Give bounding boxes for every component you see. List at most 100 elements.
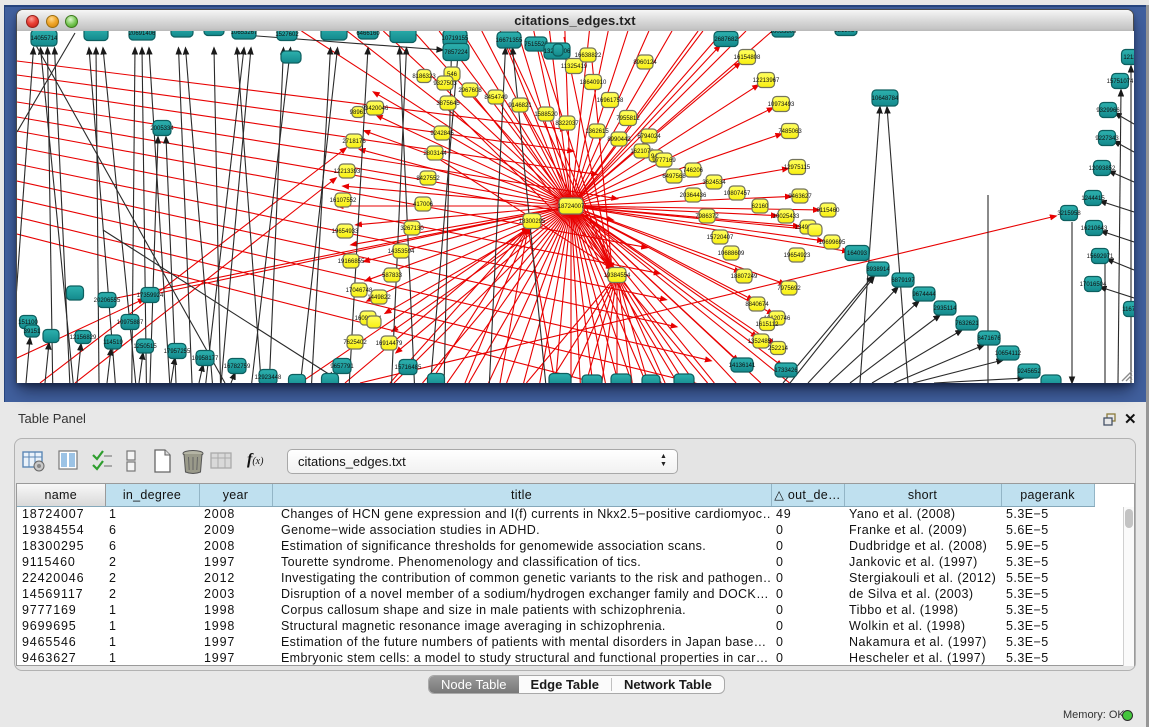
svg-text:114519: 114519 (103, 340, 123, 346)
svg-text:10719155: 10719155 (442, 36, 469, 42)
svg-text:1449822: 1449822 (367, 295, 391, 301)
svg-text:9146821: 9146821 (508, 103, 532, 109)
svg-text:15692971: 15692971 (1087, 254, 1114, 260)
svg-text:10975887: 10975887 (117, 320, 144, 326)
svg-text:7986372: 7986372 (695, 214, 719, 220)
svg-text:17957255: 17957255 (164, 349, 191, 355)
svg-text:16033809: 16033809 (770, 31, 797, 35)
svg-text:20691406: 20691406 (129, 31, 156, 37)
svg-text:19384554: 19384554 (604, 273, 631, 279)
svg-text:12213393: 12213393 (334, 169, 361, 175)
svg-text:10654112: 10654112 (995, 351, 1022, 357)
svg-text:15751074: 15751074 (1107, 79, 1134, 85)
svg-text:12923448: 12923448 (255, 375, 282, 381)
svg-text:20206555: 20206555 (94, 298, 121, 304)
svg-text:19166855: 19166855 (338, 259, 365, 265)
svg-text:18724007: 18724007 (558, 204, 585, 210)
svg-text:16638822: 16638822 (575, 53, 602, 59)
svg-text:8990443: 8990443 (607, 137, 631, 143)
svg-text:12213967: 12213967 (753, 78, 780, 84)
svg-text:7485063: 7485063 (778, 129, 802, 135)
svg-text:9329966: 9329966 (1096, 108, 1120, 114)
svg-text:10025433: 10025433 (773, 214, 800, 220)
svg-text:9115460: 9115460 (817, 208, 841, 214)
svg-text:8813054: 8813054 (834, 31, 858, 34)
svg-text:8471676: 8471676 (977, 336, 1001, 342)
svg-text:3624534: 3624534 (702, 180, 726, 186)
svg-text:16107552: 16107552 (330, 198, 357, 204)
svg-text:12156829: 12156829 (70, 335, 97, 341)
svg-text:6466160: 6466160 (356, 31, 380, 37)
svg-text:7632621: 7632621 (955, 321, 979, 327)
svg-text:9245652: 9245652 (1017, 369, 1041, 375)
svg-text:62160: 62160 (752, 204, 769, 210)
svg-text:16154808: 16154808 (734, 55, 761, 61)
svg-text:17016504: 17016504 (1080, 282, 1107, 288)
svg-text:16961758: 16961758 (597, 98, 624, 104)
svg-text:1733426: 1733426 (774, 368, 798, 374)
svg-text:1212: 1212 (1123, 55, 1134, 61)
svg-text:9657791: 9657791 (330, 364, 354, 370)
svg-text:14353594: 14353594 (388, 249, 415, 255)
svg-text:1588520: 1588520 (534, 112, 558, 118)
svg-text:6879197: 6879197 (891, 278, 915, 284)
svg-text:3215958: 3215958 (1057, 211, 1081, 217)
svg-text:3267130: 3267130 (400, 226, 424, 232)
svg-text:18300295: 18300295 (519, 219, 546, 225)
svg-text:252214: 252214 (768, 346, 789, 352)
svg-text:15720407: 15720407 (707, 235, 734, 241)
svg-text:1362615: 1362615 (585, 129, 609, 135)
svg-text:417006: 417006 (413, 202, 434, 208)
svg-text:12975115: 12975115 (784, 165, 811, 171)
svg-text:10688609: 10688609 (718, 251, 745, 257)
svg-text:8454749: 8454749 (484, 95, 508, 101)
svg-text:6497568: 6497568 (662, 174, 686, 180)
svg-text:8322037: 8322037 (555, 121, 579, 127)
svg-text:2935114: 2935114 (934, 306, 958, 312)
svg-text:7625402: 7625402 (343, 340, 367, 346)
svg-text:98961: 98961 (350, 110, 367, 116)
svg-text:2718176: 2718176 (342, 139, 366, 145)
svg-text:8938914: 8938914 (866, 267, 890, 273)
svg-text:9227343: 9227343 (1095, 136, 1119, 142)
svg-text:16210643: 16210643 (1081, 226, 1108, 232)
svg-text:10648784: 10648784 (872, 96, 899, 102)
svg-text:16671355: 16671355 (496, 38, 523, 44)
svg-text:9327503: 9327503 (433, 81, 457, 87)
svg-text:164093: 164093 (847, 251, 868, 257)
svg-text:10653267: 10653267 (231, 31, 258, 36)
svg-text:8427552: 8427552 (416, 176, 440, 182)
svg-text:10699695: 10699695 (819, 240, 846, 246)
svg-text:14055714: 14055714 (31, 36, 58, 42)
svg-text:6794024: 6794024 (637, 134, 661, 140)
svg-text:10973493: 10973493 (768, 102, 795, 108)
svg-text:2687682: 2687682 (714, 37, 738, 43)
svg-text:17359924: 17359924 (137, 293, 164, 299)
svg-text:10807457: 10807457 (724, 191, 751, 197)
svg-text:19654933: 19654933 (332, 229, 359, 235)
svg-text:9463627: 9463627 (788, 194, 812, 200)
svg-text:18807249: 18807249 (731, 274, 758, 280)
svg-text:8840674: 8840674 (745, 302, 769, 308)
svg-text:746206: 746206 (683, 168, 704, 174)
svg-text:7955812: 7955812 (616, 116, 640, 122)
svg-text:15716485: 15716485 (395, 365, 422, 371)
svg-text:9242845: 9242845 (430, 131, 454, 137)
svg-text:3875645: 3875645 (436, 101, 460, 107)
svg-text:587833: 587833 (382, 273, 403, 279)
svg-text:17046748: 17046748 (346, 288, 373, 294)
svg-text:16782759: 16782759 (224, 364, 251, 370)
svg-text:2803144: 2803144 (423, 151, 447, 157)
svg-text:7975692: 7975692 (777, 286, 801, 292)
svg-text:1244415: 1244415 (1081, 196, 1105, 202)
svg-text:39151: 39151 (24, 329, 41, 335)
svg-text:7857224: 7857224 (444, 50, 468, 56)
svg-text:14136141: 14136141 (729, 363, 756, 369)
svg-text:116753: 116753 (1122, 307, 1134, 313)
svg-text:8960124: 8960124 (633, 60, 657, 66)
svg-text:2005334: 2005334 (150, 126, 174, 132)
svg-text:1615112: 1615112 (756, 322, 780, 328)
svg-text:1250515: 1250515 (133, 344, 157, 350)
svg-text:2967608: 2967608 (458, 88, 482, 94)
svg-text:16914479: 16914479 (376, 341, 403, 347)
